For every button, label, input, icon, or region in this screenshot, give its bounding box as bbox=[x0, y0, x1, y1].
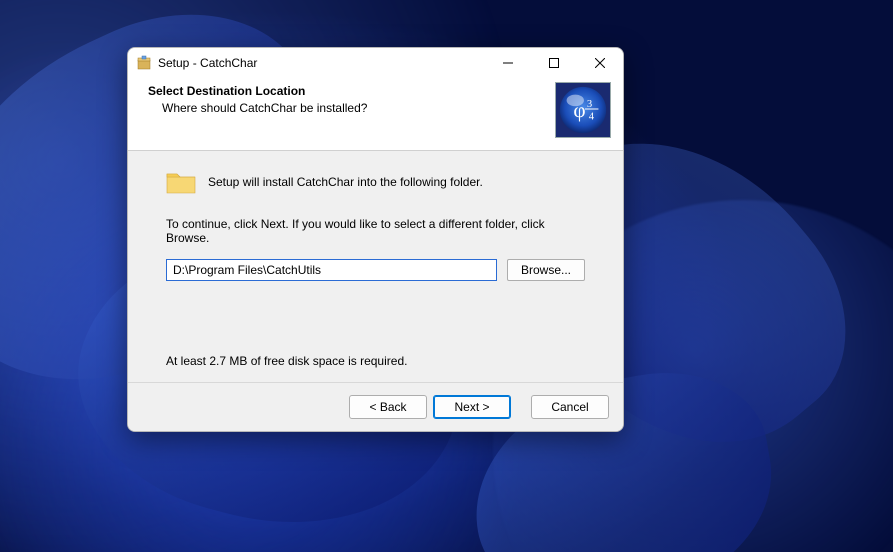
titlebar[interactable]: Setup - CatchChar bbox=[128, 48, 623, 78]
window-title: Setup - CatchChar bbox=[158, 56, 485, 70]
destination-path-input[interactable] bbox=[166, 259, 497, 281]
wizard-footer: < Back Next > Cancel bbox=[128, 382, 623, 431]
close-button[interactable] bbox=[577, 48, 623, 78]
page-subtitle: Where should CatchChar be installed? bbox=[162, 101, 545, 115]
svg-text:4: 4 bbox=[589, 112, 595, 123]
instruction-text: To continue, click Next. If you would li… bbox=[166, 217, 585, 245]
maximize-button[interactable] bbox=[531, 48, 577, 78]
minimize-button[interactable] bbox=[485, 48, 531, 78]
setup-window: Setup - CatchChar Select Destination Loc… bbox=[127, 47, 624, 432]
wizard-header: Select Destination Location Where should… bbox=[128, 78, 623, 151]
window-controls bbox=[485, 48, 623, 78]
page-title: Select Destination Location bbox=[148, 84, 545, 98]
cancel-button[interactable]: Cancel bbox=[531, 395, 609, 419]
back-button[interactable]: < Back bbox=[349, 395, 427, 419]
product-logo: φ 3 4 bbox=[555, 82, 611, 138]
svg-text:φ: φ bbox=[573, 98, 585, 122]
folder-icon bbox=[166, 169, 196, 195]
next-button[interactable]: Next > bbox=[433, 395, 511, 419]
disk-space-text: At least 2.7 MB of free disk space is re… bbox=[166, 354, 407, 368]
intro-text: Setup will install CatchChar into the fo… bbox=[208, 175, 483, 189]
wizard-body: Setup will install CatchChar into the fo… bbox=[128, 151, 623, 382]
svg-text:3: 3 bbox=[587, 99, 592, 110]
installer-icon bbox=[136, 55, 152, 71]
browse-button[interactable]: Browse... bbox=[507, 259, 585, 281]
